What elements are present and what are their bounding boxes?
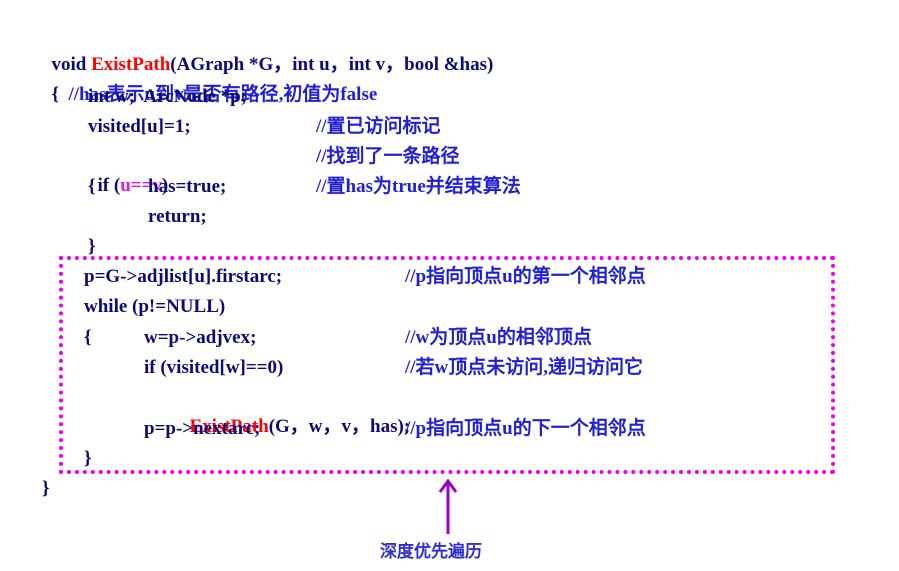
w-brace: { bbox=[84, 327, 92, 348]
if-visited-comment: //若w顶点未访问,递归访问它 bbox=[405, 357, 644, 378]
open-brace: { bbox=[51, 84, 69, 105]
if-comment: //找到了一条路径 bbox=[316, 146, 460, 167]
next-code: p=p->nextarc; bbox=[144, 418, 261, 439]
if-visited-code: if (visited[w]==0) bbox=[144, 357, 284, 378]
w-comment: //w为顶点u的相邻顶点 bbox=[405, 327, 592, 348]
declaration-line: int w; ArcNode *p; bbox=[88, 86, 248, 107]
visited-code: visited[u]=1; bbox=[88, 116, 191, 137]
if-prefix: if ( bbox=[97, 175, 121, 196]
function-close-brace: } bbox=[42, 478, 50, 499]
p-init-comment: //p指向顶点u的第一个相邻点 bbox=[405, 266, 646, 287]
has-brace: { bbox=[88, 176, 96, 197]
has-code: has=true; bbox=[148, 176, 227, 197]
next-comment: //p指向顶点u的下一个相邻点 bbox=[405, 418, 646, 439]
visited-comment: //置已访问标记 bbox=[316, 116, 441, 137]
recursive-args: (G，w，v，has); bbox=[268, 416, 411, 437]
has-comment: //置has为true并结束算法 bbox=[316, 176, 521, 197]
dfs-annotation: 深度优先遍历 bbox=[380, 542, 482, 562]
w-code: w=p->adjvex; bbox=[144, 327, 257, 348]
up-arrow-icon bbox=[438, 478, 458, 534]
return-line: return; bbox=[148, 206, 207, 227]
loop-close-brace: } bbox=[84, 448, 92, 469]
p-init-code: p=G->adjlist[u].firstarc; bbox=[84, 266, 283, 287]
while-line: while (p!=NULL) bbox=[84, 296, 226, 317]
